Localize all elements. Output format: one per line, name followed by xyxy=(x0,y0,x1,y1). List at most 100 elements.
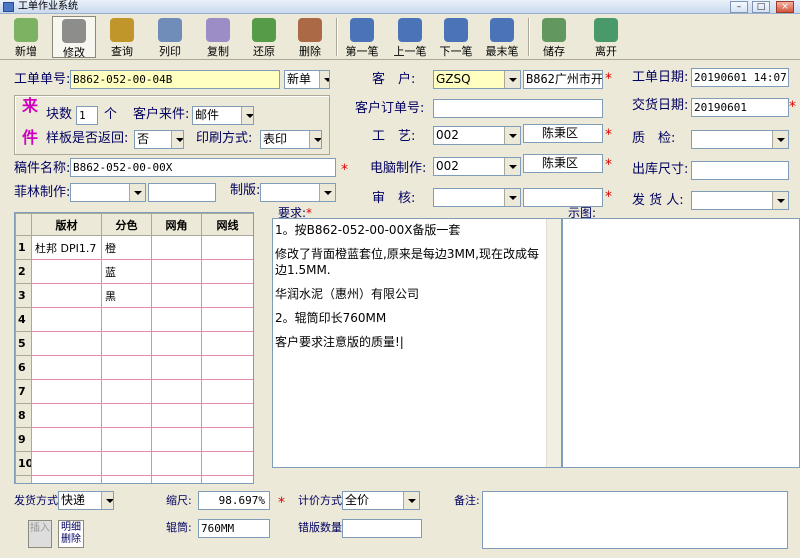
table-cell[interactable] xyxy=(201,379,253,404)
diagram-area[interactable] xyxy=(562,218,800,468)
close-button[interactable]: × xyxy=(776,1,794,13)
table-row[interactable]: 11 xyxy=(15,475,253,483)
table-cell[interactable] xyxy=(201,259,253,284)
customer-code-select[interactable]: GZSQ xyxy=(433,70,521,89)
computer-code-select[interactable]: 002 xyxy=(433,157,521,176)
table-cell[interactable]: 橙 xyxy=(101,235,152,260)
table-row[interactable]: 1 杜邦 DPI1.7 橙 xyxy=(15,235,253,260)
query-button[interactable]: 查询 xyxy=(100,16,144,58)
column-header[interactable]: 版材 xyxy=(31,213,102,236)
wrong-count-field[interactable] xyxy=(342,519,422,538)
insert-button[interactable]: 插入 xyxy=(28,520,52,548)
table-cell[interactable] xyxy=(101,331,152,356)
table-cell[interactable] xyxy=(31,451,102,476)
table-cell[interactable] xyxy=(31,283,102,308)
table-row[interactable]: 8 xyxy=(15,403,253,428)
requirements-memo[interactable]: 1。按B862-052-00-00X备版一套 修改了背面橙蓝套位,原来是每边3M… xyxy=(272,218,562,468)
table-cell[interactable] xyxy=(31,475,102,483)
column-header[interactable]: 分色 xyxy=(101,213,152,236)
table-cell[interactable] xyxy=(101,403,152,428)
table-cell[interactable] xyxy=(101,355,152,380)
out-size-field[interactable] xyxy=(691,161,789,180)
table-row[interactable]: 9 xyxy=(15,427,253,452)
blocks-field[interactable]: 1 xyxy=(76,106,98,125)
table-cell[interactable] xyxy=(151,235,202,260)
memo-scrollbar[interactable] xyxy=(546,219,561,467)
pricing-select[interactable]: 全价 xyxy=(342,491,420,510)
table-cell[interactable] xyxy=(151,355,202,380)
remarks-field[interactable] xyxy=(482,491,788,549)
table-cell[interactable] xyxy=(151,427,202,452)
plate-grid[interactable]: 版材 分色 网角 网线 1 杜邦 DPI1.7 橙 2蓝 3黑 4 5 6 7 8 … xyxy=(14,212,254,484)
table-cell[interactable] xyxy=(101,451,152,476)
next-record-button[interactable]: 下一笔 xyxy=(434,16,478,58)
table-cell[interactable] xyxy=(31,355,102,380)
table-cell[interactable] xyxy=(201,451,253,476)
table-cell[interactable] xyxy=(31,307,102,332)
prev-record-button[interactable]: 上一笔 xyxy=(388,16,432,58)
exit-button[interactable]: 离开 xyxy=(584,16,628,58)
review-select[interactable] xyxy=(433,188,521,207)
order-no-field[interactable]: B862-052-00-04B xyxy=(70,70,280,89)
process-name-field[interactable]: 陈秉区 xyxy=(523,124,603,143)
table-cell[interactable] xyxy=(151,475,202,483)
computer-name-field[interactable]: 陈秉区 xyxy=(523,154,603,173)
table-cell[interactable] xyxy=(201,403,253,428)
minimize-button[interactable]: – xyxy=(730,1,748,13)
table-row[interactable]: 6 xyxy=(15,355,253,380)
table-row[interactable]: 5 xyxy=(15,331,253,356)
manuscript-field[interactable]: B862-052-00-00X xyxy=(70,158,336,177)
save-button[interactable]: 储存 xyxy=(532,16,576,58)
last-record-button[interactable]: 最末笔 xyxy=(480,16,524,58)
table-cell[interactable] xyxy=(31,427,102,452)
ship-method-select[interactable]: 快递 xyxy=(58,491,114,510)
table-cell[interactable] xyxy=(31,403,102,428)
table-row[interactable]: 7 xyxy=(15,379,253,404)
process-code-select[interactable]: 002 xyxy=(433,126,521,145)
roller-field[interactable]: 760MM xyxy=(198,519,270,538)
column-header[interactable]: 网线 xyxy=(201,213,253,236)
customer-name-field[interactable]: B862广州市开 xyxy=(523,70,603,89)
shrink-field[interactable]: 98.697% xyxy=(198,491,270,510)
copy-button[interactable]: 复制 xyxy=(196,16,240,58)
maximize-button[interactable]: □ xyxy=(752,1,770,13)
shipper-select[interactable] xyxy=(691,191,789,210)
table-cell[interactable] xyxy=(201,235,253,260)
customer-source-select[interactable]: 邮件 xyxy=(192,106,254,125)
table-cell[interactable]: 杜邦 DPI1.7 xyxy=(31,235,102,260)
first-record-button[interactable]: 第一笔 xyxy=(340,16,384,58)
print-button[interactable]: 列印 xyxy=(148,16,192,58)
table-cell[interactable] xyxy=(101,379,152,404)
film-select[interactable] xyxy=(70,183,146,202)
film-field-2[interactable] xyxy=(148,183,216,202)
table-cell[interactable] xyxy=(201,427,253,452)
new-order-select[interactable]: 新单 xyxy=(284,70,330,89)
order-date-field[interactable]: 20190601 14:07 xyxy=(691,68,789,87)
edit-button[interactable]: 修改 xyxy=(52,16,96,59)
detail-delete-button[interactable]: 明细 删除 xyxy=(58,520,84,548)
table-cell[interactable] xyxy=(151,259,202,284)
restore-button[interactable]: 还原 xyxy=(242,16,286,58)
table-cell[interactable] xyxy=(201,283,253,308)
qc-select[interactable] xyxy=(691,130,789,149)
table-cell[interactable] xyxy=(201,331,253,356)
table-row[interactable]: 3黑 xyxy=(15,283,253,308)
table-cell[interactable] xyxy=(201,475,253,483)
delivery-date-field[interactable]: 20190601 xyxy=(691,98,789,117)
customer-po-field[interactable] xyxy=(433,99,603,118)
table-cell[interactable] xyxy=(201,355,253,380)
table-row[interactable]: 2蓝 xyxy=(15,259,253,284)
table-cell[interactable]: 黑 xyxy=(101,283,152,308)
new-button[interactable]: 新增 xyxy=(4,16,48,58)
table-cell[interactable] xyxy=(31,331,102,356)
table-cell[interactable] xyxy=(31,259,102,284)
table-cell[interactable] xyxy=(101,475,152,483)
table-row[interactable]: 4 xyxy=(15,307,253,332)
table-cell[interactable] xyxy=(31,379,102,404)
table-cell[interactable] xyxy=(151,331,202,356)
table-cell[interactable] xyxy=(151,403,202,428)
table-row[interactable]: 10 xyxy=(15,451,253,476)
delete-button[interactable]: 删除 xyxy=(288,16,332,58)
table-cell[interactable] xyxy=(101,427,152,452)
table-cell[interactable] xyxy=(151,307,202,332)
